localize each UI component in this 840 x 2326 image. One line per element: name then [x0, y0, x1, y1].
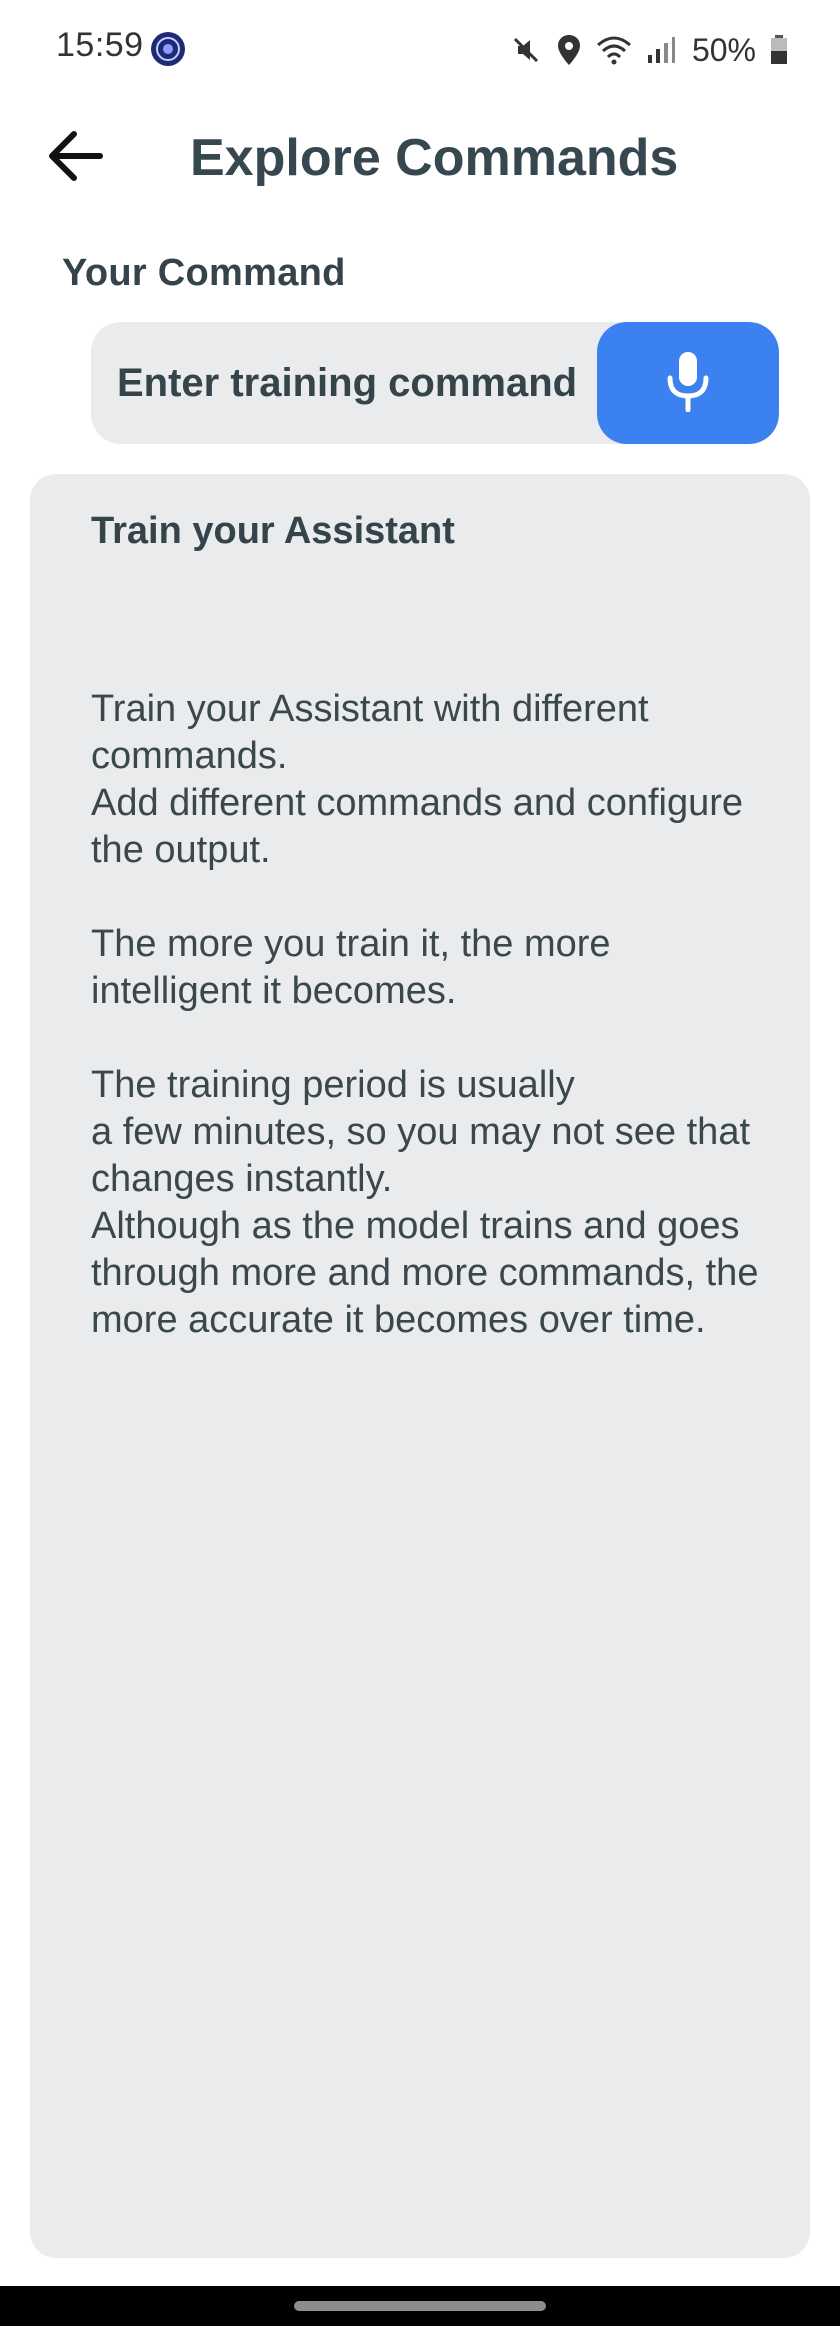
- status-time: 15:59: [56, 26, 144, 64]
- mute-icon: [510, 34, 542, 66]
- signal-icon: [646, 35, 676, 65]
- info-card: Train your Assistant Train your Assistan…: [30, 474, 810, 2258]
- location-icon: [556, 34, 582, 66]
- page-title: Explore Commands: [190, 129, 679, 187]
- arrow-left-icon: [48, 130, 104, 187]
- command-label: Your Command: [62, 252, 346, 294]
- microphone-icon: [665, 350, 711, 417]
- card-paragraph: The more you train it, the more intellig…: [91, 923, 611, 1012]
- navigation-bar: [0, 2286, 840, 2326]
- back-button[interactable]: [36, 118, 116, 198]
- status-bar: 15:59 50%: [0, 0, 840, 100]
- status-icons: 50%: [510, 28, 788, 72]
- card-paragraph: The training period is usually a few min…: [91, 1064, 759, 1341]
- card-body: Train your Assistant with different comm…: [91, 686, 771, 1391]
- mic-button[interactable]: [597, 322, 779, 444]
- card-paragraph: Train your Assistant with different comm…: [91, 688, 744, 871]
- app-badge-icon: [150, 31, 186, 67]
- home-indicator[interactable]: [294, 2301, 546, 2311]
- command-input[interactable]: [91, 322, 601, 444]
- wifi-icon: [596, 35, 632, 65]
- battery-percent: 50%: [691, 31, 756, 68]
- battery-icon: [770, 35, 788, 65]
- card-title: Train your Assistant: [91, 510, 455, 552]
- command-input-row: [91, 322, 779, 444]
